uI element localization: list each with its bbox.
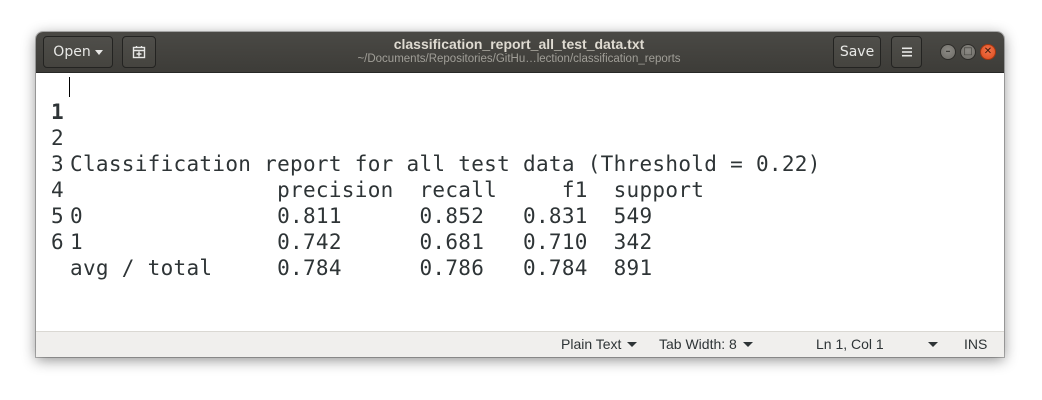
- chevron-down-icon: [742, 341, 753, 347]
- chevron-down-icon: [927, 341, 938, 347]
- line-number: 6: [51, 230, 64, 254]
- line-text: Classification report for all test data …: [70, 152, 821, 176]
- hamburger-menu-icon: [901, 47, 912, 57]
- chevron-down-icon: [627, 341, 638, 347]
- new-document-icon: [132, 46, 146, 59]
- minimize-button[interactable]: –: [940, 44, 956, 60]
- window-title: classification_report_all_test_data.txt: [393, 36, 645, 52]
- close-button[interactable]: ✕: [980, 44, 996, 60]
- status-bar: Plain Text Tab Width: 8 Ln 1, Col 1 INS: [36, 331, 1004, 357]
- chevron-down-icon: [94, 50, 103, 55]
- editor-line: 6 avg / total 0.784 0.786 0.784 891: [36, 203, 652, 280]
- window-controls: – □ ✕: [940, 44, 996, 60]
- editor-line: 2: [36, 99, 112, 150]
- save-button-label: Save: [839, 44, 875, 60]
- editor-line: 3 precision recall f1 support: [36, 125, 704, 202]
- line-text: 0 0.811 0.852 0.831 549: [70, 204, 653, 228]
- line-text: precision recall f1 support: [70, 178, 705, 202]
- maximize-button[interactable]: □: [960, 44, 976, 60]
- window-subtitle-path: ~/Documents/Repositories/GitHu…lection/c…: [357, 53, 681, 65]
- cursor-position-selector[interactable]: Ln 1, Col 1: [816, 332, 938, 357]
- text-cursor: [69, 77, 70, 97]
- text-editor-area[interactable]: 1 Classification report for all test dat…: [36, 73, 1004, 331]
- window-title-block: classification_report_all_test_data.txt …: [286, 37, 752, 66]
- line-text: 1 0.742 0.681 0.710 342: [70, 230, 653, 254]
- cursor-position-label: Ln 1, Col 1: [816, 336, 884, 352]
- editor-line: 5 1 0.742 0.681 0.710 342: [36, 177, 652, 254]
- close-icon: ✕: [983, 46, 993, 57]
- save-button[interactable]: Save: [833, 36, 881, 68]
- open-button[interactable]: Open: [43, 36, 113, 68]
- minimize-icon: –: [945, 46, 951, 57]
- language-selector[interactable]: Plain Text: [561, 332, 638, 357]
- insert-mode-label: INS: [964, 336, 988, 352]
- new-document-button[interactable]: [122, 36, 156, 68]
- tab-width-label: Tab Width: 8: [659, 336, 737, 352]
- line-text: avg / total 0.784 0.786 0.784 891: [70, 256, 653, 280]
- editor-line: 1 Classification report for all test dat…: [36, 73, 820, 176]
- menu-button[interactable]: [891, 36, 922, 68]
- maximize-icon: □: [963, 46, 973, 57]
- language-label: Plain Text: [561, 336, 622, 352]
- insert-mode-indicator[interactable]: INS: [964, 332, 987, 357]
- editor-line: 4 0 0.811 0.852 0.831 549: [36, 151, 652, 228]
- tab-width-selector[interactable]: Tab Width: 8: [659, 332, 753, 357]
- open-button-label: Open: [53, 44, 91, 60]
- header-bar: Open classification_report_all_test_data…: [36, 32, 1004, 73]
- gedit-window: Open classification_report_all_test_data…: [36, 32, 1004, 357]
